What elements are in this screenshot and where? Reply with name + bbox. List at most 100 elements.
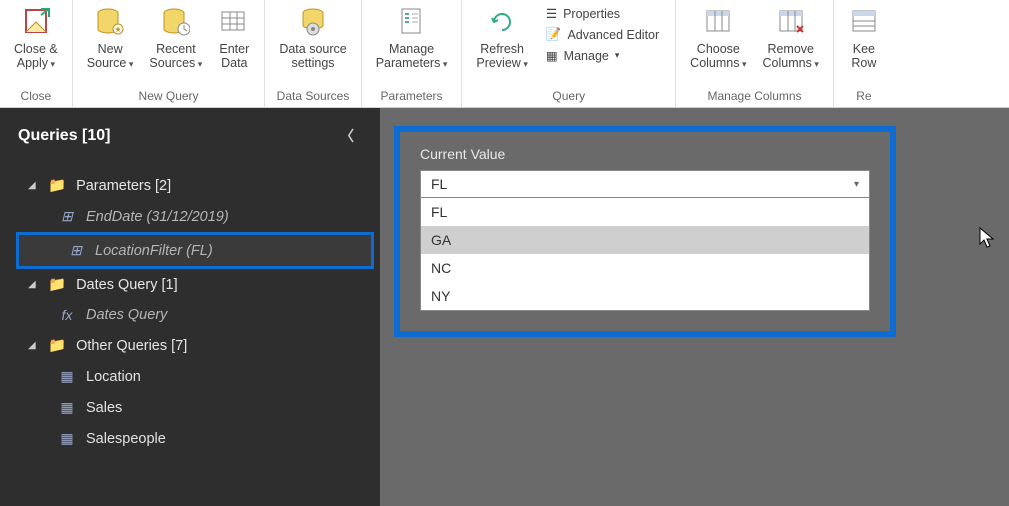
keep-rows-label: Kee Row <box>851 42 876 70</box>
fx-icon: fx <box>58 307 76 323</box>
collapse-sidebar-button[interactable]: 〈 <box>332 122 362 150</box>
dropdown-option[interactable]: FL <box>421 198 869 226</box>
queries-header: Queries [10] 〈 <box>0 108 380 164</box>
ribbon-group-reduce-label: Re <box>840 85 888 107</box>
content-area: Current Value FL ▾ FLGANCNY <box>380 108 1009 506</box>
close-apply-icon <box>20 6 52 38</box>
dates-group[interactable]: ◢ 📁 Dates Query [1] <box>10 269 380 300</box>
ribbon-group-manage-columns: Choose Columns ▾ Remove Columns ▾ Manage… <box>676 0 834 107</box>
dropdown-option[interactable]: NC <box>421 254 869 282</box>
editor-icon: 📝 <box>546 27 562 42</box>
parameters-icon <box>396 6 428 38</box>
manage-parameters-button[interactable]: Manage Parameters ▾ <box>368 2 456 73</box>
ribbon-group-data-sources: Data source settings Data Sources <box>265 0 361 107</box>
sales-label: Sales <box>86 400 122 416</box>
remove-columns-icon <box>775 6 807 38</box>
enter-data-icon <box>218 6 250 38</box>
svg-text:★: ★ <box>115 25 122 34</box>
refresh-preview-label: Refresh Preview <box>476 42 524 70</box>
ribbon-query-side: ☰Properties 📝Advanced Editor ▦Manage ▾ <box>536 2 669 67</box>
expand-icon: ◢ <box>28 180 38 191</box>
data-source-settings-button[interactable]: Data source settings <box>271 2 354 73</box>
parameters-group[interactable]: ◢ 📁 Parameters [2] <box>10 170 380 201</box>
new-source-label: New Source <box>87 42 127 70</box>
keep-rows-icon <box>848 6 880 38</box>
salespeople-query[interactable]: ▦ Salespeople <box>10 423 380 454</box>
manage-button[interactable]: ▦Manage ▾ <box>542 46 663 65</box>
other-queries-label: Other Queries [7] <box>76 338 187 354</box>
manage-icon: ▦ <box>546 48 558 63</box>
recent-sources-label: Recent Sources <box>149 42 195 70</box>
current-value-combo: FL ▾ FLGANCNY <box>420 170 870 311</box>
other-queries-group[interactable]: ◢ 📁 Other Queries [7] <box>10 330 380 361</box>
current-value-selected: FL <box>431 176 447 192</box>
choose-columns-button[interactable]: Choose Columns ▾ <box>682 2 754 73</box>
queries-sidebar: Queries [10] 〈 ◢ 📁 Parameters [2] ⊞ EndD… <box>0 108 380 506</box>
recent-icon <box>160 6 192 38</box>
sales-query[interactable]: ▦ Sales <box>10 392 380 423</box>
new-source-button[interactable]: ★ New Source ▾ <box>79 2 142 73</box>
parameter-panel: Current Value FL ▾ FLGANCNY <box>394 126 896 337</box>
folder-icon: 📁 <box>48 177 66 194</box>
ribbon-group-manage-columns-label: Manage Columns <box>682 85 827 107</box>
queries-tree: ◢ 📁 Parameters [2] ⊞ EndDate (31/12/2019… <box>0 164 380 454</box>
expand-icon: ◢ <box>28 279 38 290</box>
dates-query-item[interactable]: fx Dates Query <box>10 300 380 330</box>
database-icon: ★ <box>94 6 126 38</box>
current-value-label: Current Value <box>420 146 870 162</box>
ribbon-group-new-query-label: New Query <box>79 85 259 107</box>
recent-sources-button[interactable]: Recent Sources ▾ <box>141 2 210 73</box>
dates-query-label: Dates Query <box>86 307 167 323</box>
enddate-parameter[interactable]: ⊞ EndDate (31/12/2019) <box>10 201 380 232</box>
ribbon: Close & Apply ▾ Close ★ New Source ▾ Rec… <box>0 0 1009 108</box>
keep-rows-button[interactable]: Kee Row <box>840 2 888 73</box>
folder-icon: 📁 <box>48 276 66 293</box>
dropdown-option[interactable]: NY <box>421 282 869 310</box>
queries-title: Queries [10] <box>18 127 110 145</box>
remove-columns-button[interactable]: Remove Columns ▾ <box>755 2 827 73</box>
location-label: Location <box>86 369 141 385</box>
chevron-down-icon: ▾ <box>854 179 859 190</box>
advanced-editor-label: Advanced Editor <box>567 28 659 42</box>
parameters-group-label: Parameters [2] <box>76 178 171 194</box>
manage-parameters-label: Manage Parameters <box>376 42 441 70</box>
current-value-dropdown[interactable]: FL ▾ <box>420 170 870 198</box>
advanced-editor-button[interactable]: 📝 Advanced Editor <box>542 25 663 44</box>
ribbon-group-parameters: Manage Parameters ▾ Parameters <box>362 0 463 107</box>
expand-icon: ◢ <box>28 340 38 351</box>
data-source-settings-label: Data source settings <box>279 42 346 71</box>
ribbon-group-close-label: Close <box>6 85 66 107</box>
table-icon: ▦ <box>58 399 76 416</box>
dates-group-label: Dates Query [1] <box>76 277 178 293</box>
properties-button[interactable]: ☰ Properties <box>542 4 663 23</box>
dropdown-option[interactable]: GA <box>421 226 869 254</box>
refresh-preview-button[interactable]: Refresh Preview ▾ <box>468 2 536 73</box>
ribbon-group-close: Close & Apply ▾ Close <box>0 0 73 107</box>
manage-label: Manage <box>564 49 609 63</box>
ribbon-group-query: Refresh Preview ▾ ☰ Properties 📝 Advanced … <box>462 0 676 107</box>
close-apply-button[interactable]: Close & Apply ▾ <box>6 2 66 73</box>
salespeople-label: Salespeople <box>86 431 166 447</box>
parameter-icon: ⊞ <box>67 242 85 259</box>
locationfilter-parameter[interactable]: ⊞ LocationFilter (FL) <box>19 235 371 266</box>
enter-data-label: Enter Data <box>219 42 249 71</box>
remove-columns-label: Remove Columns <box>763 42 814 70</box>
table-icon: ▦ <box>58 430 76 447</box>
table-icon: ▦ <box>58 368 76 385</box>
locationfilter-label: LocationFilter (FL) <box>95 243 213 259</box>
refresh-icon <box>486 6 518 38</box>
dropdown-list: FLGANCNY <box>420 198 870 311</box>
main-area: Queries [10] 〈 ◢ 📁 Parameters [2] ⊞ EndD… <box>0 108 1009 506</box>
mouse-cursor-icon <box>978 226 998 250</box>
choose-columns-label: Choose Columns <box>690 42 740 70</box>
settings-icon <box>297 6 329 38</box>
ribbon-group-new-query: ★ New Source ▾ Recent Sources ▾ Enter Da… <box>73 0 266 107</box>
selected-highlight: ⊞ LocationFilter (FL) <box>16 232 374 269</box>
enter-data-button[interactable]: Enter Data <box>210 2 258 73</box>
properties-label: Properties <box>563 7 620 21</box>
enddate-label: EndDate (31/12/2019) <box>86 209 229 225</box>
ribbon-group-reduce-rows: Kee Row Re <box>834 0 894 107</box>
parameter-icon: ⊞ <box>58 208 76 225</box>
properties-icon: ☰ <box>546 6 557 21</box>
location-query[interactable]: ▦ Location <box>10 361 380 392</box>
